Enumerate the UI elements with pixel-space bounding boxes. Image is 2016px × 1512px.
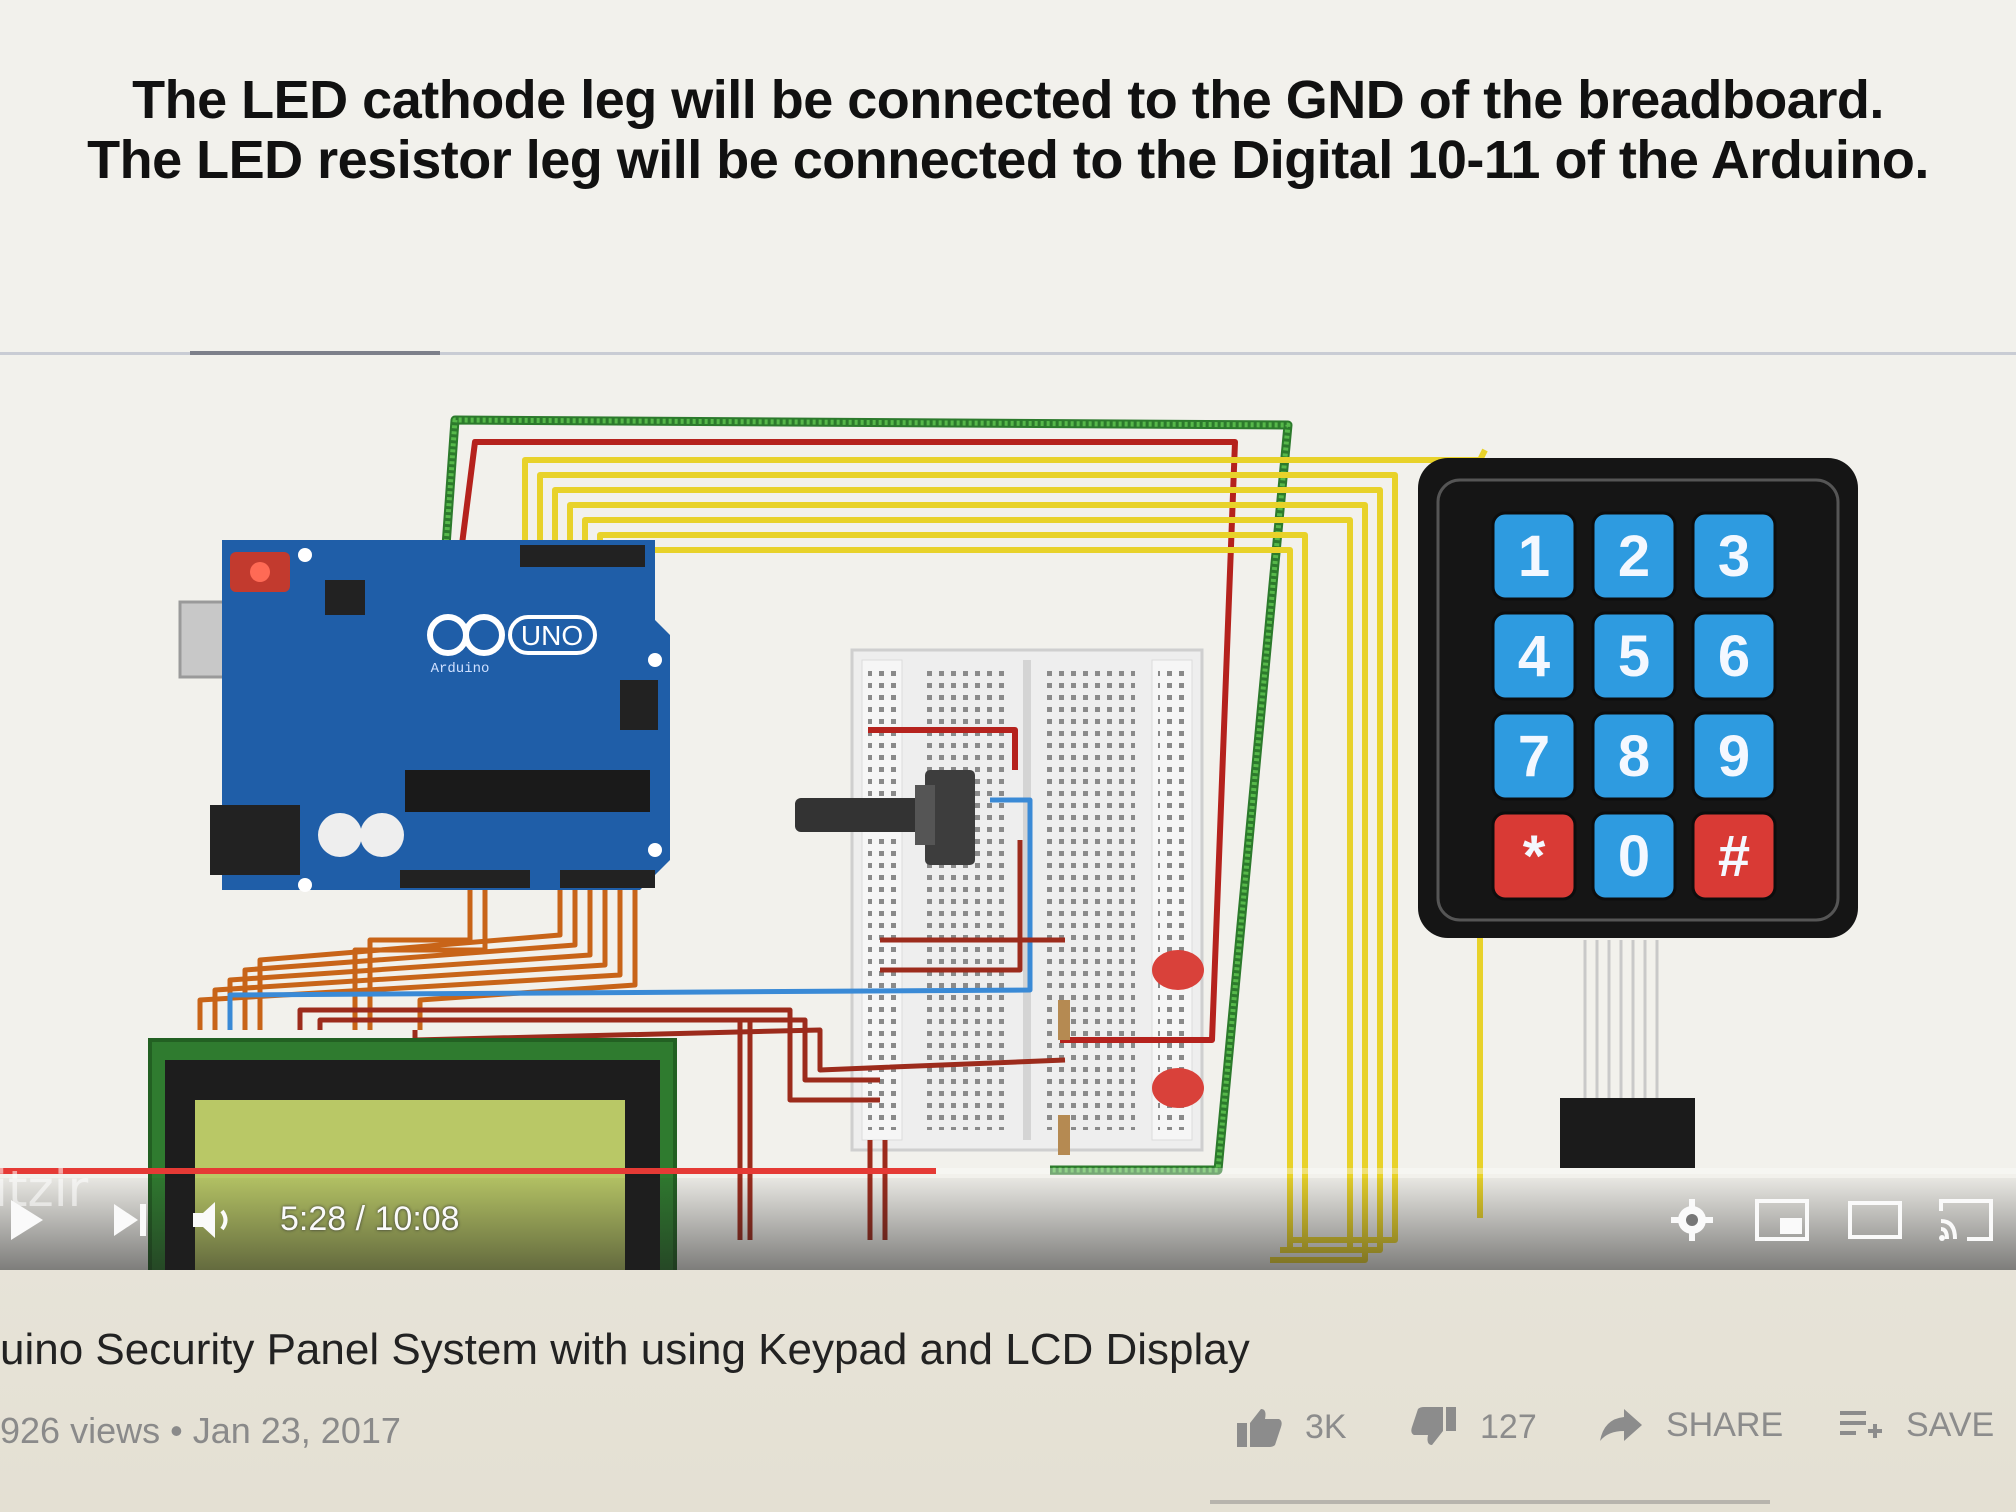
keypad-key-label: 1 <box>1518 524 1550 589</box>
share-icon <box>1600 1409 1642 1441</box>
keypad-key-8: 8 <box>1591 711 1677 801</box>
next-button[interactable] <box>105 1190 155 1250</box>
progress-played[interactable] <box>0 1168 937 1174</box>
keypad-key-star: * <box>1491 811 1577 901</box>
keypad-key-label: 7 <box>1518 724 1550 789</box>
cast-icon <box>1939 1199 1993 1241</box>
thumbs-up-icon <box>1237 1409 1282 1447</box>
dislike-count: 127 <box>1480 1407 1537 1446</box>
keypad-key-3: 3 <box>1691 511 1777 601</box>
save-button[interactable]: SAVE <box>1838 1405 1994 1445</box>
playlist-add-icon <box>1840 1411 1882 1438</box>
view-count: 926 views <box>0 1410 161 1451</box>
time-display: 5:28 / 10:08 <box>280 1200 460 1238</box>
arduino-board: UNO Arduino <box>178 540 670 892</box>
video-title[interactable]: uino Security Panel System with using Ke… <box>0 1325 1250 1375</box>
slide-divider-accent <box>190 351 440 355</box>
video-meta: 926 views • Jan 23, 2017 <box>0 1410 401 1452</box>
keypad-key-label: * <box>1523 824 1546 889</box>
upload-date: Jan 23, 2017 <box>192 1410 401 1451</box>
board-logo-text: UNO <box>521 620 583 651</box>
thumbs-down-icon <box>1411 1407 1456 1445</box>
keypad-key-2: 2 <box>1591 511 1677 601</box>
keypad-key-label: 6 <box>1718 624 1750 689</box>
slide-caption: The LED cathode leg will be connected to… <box>0 70 2016 190</box>
volume-icon <box>193 1202 228 1238</box>
theater-icon <box>1848 1201 1902 1239</box>
keypad-key-hash: # <box>1691 811 1777 901</box>
play-button[interactable] <box>2 1190 52 1250</box>
skip-next-icon <box>114 1204 146 1236</box>
gear-icon <box>1671 1199 1713 1241</box>
meta-separator: • <box>170 1410 193 1451</box>
keypad-key-label: 8 <box>1618 724 1650 789</box>
settings-button[interactable] <box>1665 1190 1719 1250</box>
keypad-key-5: 5 <box>1591 611 1677 701</box>
volume-button[interactable] <box>188 1190 238 1250</box>
caption-line-1: The LED cathode leg will be connected to… <box>132 70 1884 130</box>
share-label: SHARE <box>1666 1405 1784 1444</box>
keypad-key-label: 0 <box>1618 824 1650 889</box>
play-icon <box>11 1200 43 1240</box>
caption-line-2: The LED resistor leg will be connected t… <box>87 130 1929 190</box>
circuit-diagram: UNO Arduino 1 2 3 4 5 6 7 8 9 * 0 # <box>148 415 1858 1270</box>
board-brand-text: Arduino <box>431 661 490 677</box>
keypad-key-0: 0 <box>1591 811 1677 901</box>
keypad-key-label: # <box>1718 824 1750 889</box>
share-button[interactable]: SHARE <box>1598 1405 1783 1445</box>
keypad-key-7: 7 <box>1491 711 1577 801</box>
like-button[interactable]: 3K <box>1235 1405 1347 1449</box>
miniplayer-button[interactable] <box>1752 1190 1812 1250</box>
keypad-key-label: 5 <box>1618 624 1650 689</box>
keypad-key-label: 2 <box>1618 524 1650 589</box>
keypad-key-label: 3 <box>1718 524 1750 589</box>
like-count: 3K <box>1305 1407 1347 1446</box>
keypad-key-4: 4 <box>1491 611 1577 701</box>
breadboard <box>850 648 1204 1152</box>
video-player[interactable]: The LED cathode leg will be connected to… <box>0 0 2016 1270</box>
keypad-key-6: 6 <box>1691 611 1777 701</box>
keypad-key-label: 9 <box>1718 724 1750 789</box>
keypad-key-9: 9 <box>1691 711 1777 801</box>
bottom-divider <box>1210 1500 1770 1504</box>
keypad-key-1: 1 <box>1491 511 1577 601</box>
cast-button[interactable] <box>1935 1190 1997 1250</box>
keypad-key-label: 4 <box>1518 624 1550 689</box>
miniplayer-icon <box>1755 1199 1809 1241</box>
theater-mode-button[interactable] <box>1845 1190 1905 1250</box>
save-label: SAVE <box>1906 1405 1995 1444</box>
dislike-button[interactable]: 127 <box>1410 1405 1537 1449</box>
